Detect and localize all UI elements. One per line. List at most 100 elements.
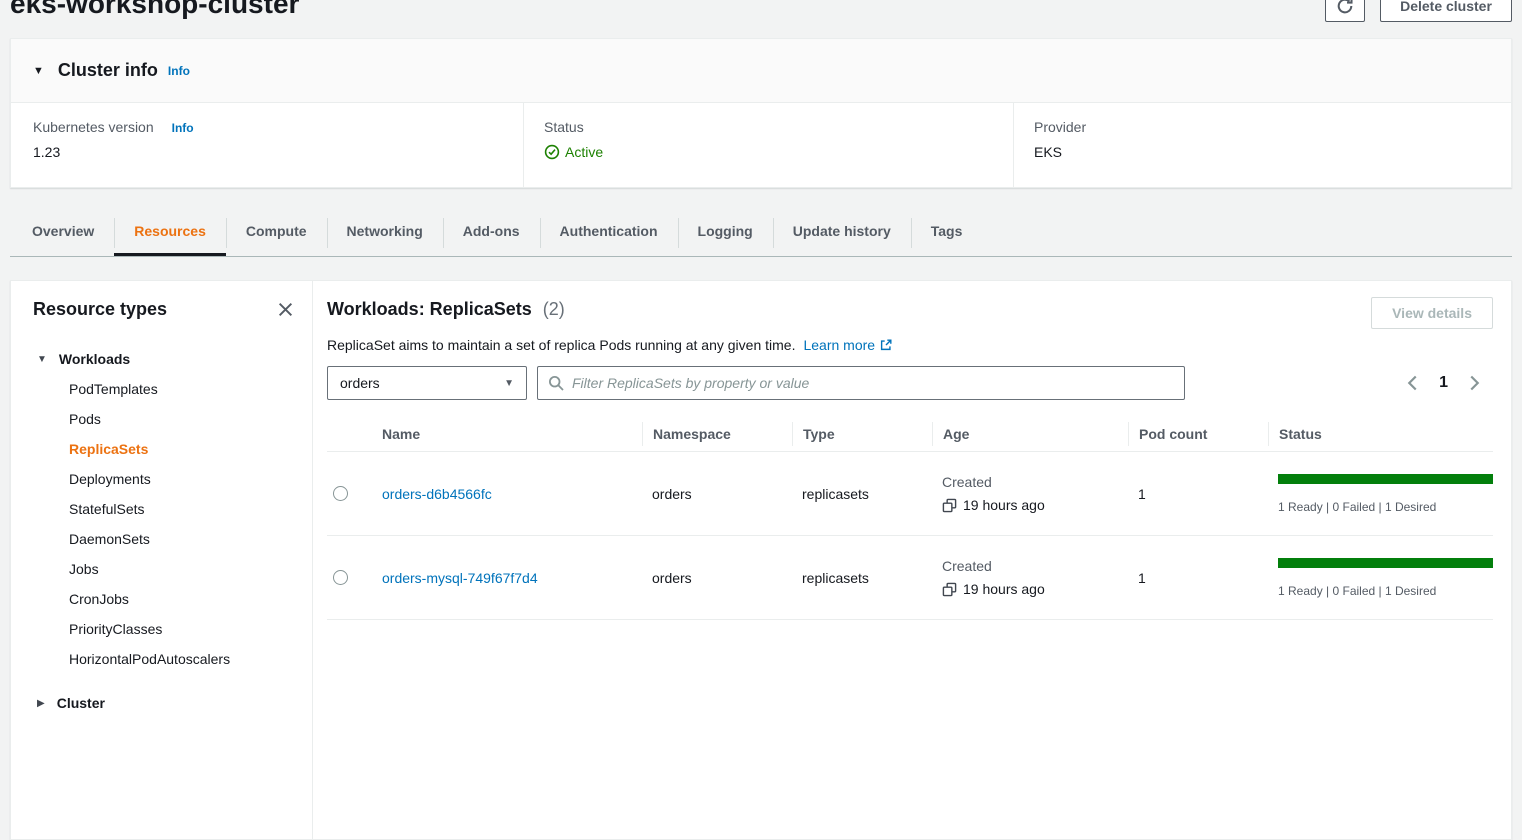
cluster-info-info-link[interactable]: Info (168, 64, 190, 78)
replicaset-name-link[interactable]: orders-mysql-749f67f7d4 (382, 570, 538, 586)
page-number[interactable]: 1 (1439, 374, 1448, 392)
sidebar-item-priorityclasses[interactable]: PriorityClasses (69, 614, 312, 644)
tab-networking[interactable]: Networking (327, 210, 443, 256)
row-radio-button[interactable] (333, 486, 348, 501)
row-namespace: orders (642, 570, 792, 586)
sidebar-item-deployments[interactable]: Deployments (69, 464, 312, 494)
sidebar-item-cronjobs[interactable]: CronJobs (69, 584, 312, 614)
expand-triangle-icon[interactable]: ▼ (33, 65, 44, 77)
tree-group-cluster[interactable]: ▶ Cluster (33, 688, 312, 718)
row-type: replicasets (792, 570, 932, 586)
tab-add-ons[interactable]: Add-ons (443, 210, 540, 256)
tab-tags[interactable]: Tags (911, 210, 983, 256)
close-icon[interactable] (277, 301, 294, 318)
search-input[interactable] (572, 375, 1174, 391)
resource-types-title: Resource types (33, 299, 167, 320)
row-type: replicasets (792, 486, 932, 502)
tab-update-history[interactable]: Update history (773, 210, 911, 256)
status-field: Status Active (523, 103, 1013, 187)
table-description: ReplicaSet aims to maintain a set of rep… (327, 337, 795, 353)
table-heading-text: Workloads: ReplicaSets (327, 299, 532, 319)
replicasets-table: Name Namespace Type Age Pod count Status… (327, 416, 1493, 620)
replicasets-main: Workloads: ReplicaSets (2) View details … (313, 281, 1511, 839)
kubernetes-version-value: 1.23 (33, 144, 523, 160)
sidebar-item-daemonsets[interactable]: DaemonSets (69, 524, 312, 554)
age-value: 19 hours ago (963, 581, 1045, 597)
replicaset-name-link[interactable]: orders-d6b4566fc (382, 486, 492, 502)
cluster-info-header[interactable]: ▼ Cluster info Info (11, 39, 1511, 103)
tree-group-label: Cluster (57, 695, 105, 711)
status-value: Active (544, 144, 1013, 160)
tree-group-label: Workloads (59, 351, 130, 367)
status-bar (1278, 558, 1493, 568)
status-counts: 1 Ready | 0 Failed | 1 Desired (1278, 500, 1493, 514)
row-pod-count: 1 (1128, 486, 1268, 502)
next-page-icon[interactable] (1468, 374, 1481, 392)
sidebar-item-podtemplates[interactable]: PodTemplates (69, 374, 312, 404)
row-age: Created 19 hours ago (932, 474, 1128, 513)
column-header-age: Age (932, 422, 1128, 446)
search-icon (548, 375, 564, 391)
row-status: 1 Ready | 0 Failed | 1 Desired (1268, 474, 1493, 514)
provider-label: Provider (1034, 119, 1086, 135)
refresh-icon (1336, 0, 1354, 15)
tab-logging[interactable]: Logging (678, 210, 773, 256)
sidebar-item-pods[interactable]: Pods (69, 404, 312, 434)
row-radio-button[interactable] (333, 570, 348, 585)
column-header-pod-count: Pod count (1128, 422, 1268, 446)
column-header-type: Type (792, 422, 932, 446)
column-header-status: Status (1268, 422, 1493, 446)
namespace-filter-dropdown[interactable]: orders ▼ (327, 366, 527, 400)
tab-overview[interactable]: Overview (12, 210, 114, 256)
kubernetes-version-label: Kubernetes version (33, 119, 154, 135)
resource-tree: ▼ Workloads PodTemplates Pods ReplicaSet… (33, 344, 312, 718)
delete-cluster-button[interactable]: Delete cluster (1380, 0, 1512, 22)
provider-field: Provider EKS (1013, 103, 1511, 187)
learn-more-link[interactable]: Learn more (803, 337, 893, 353)
filter-search-field[interactable] (537, 366, 1185, 400)
row-pod-count: 1 (1128, 570, 1268, 586)
pagination: 1 (1406, 374, 1493, 392)
status-bar (1278, 474, 1493, 484)
tab-compute[interactable]: Compute (226, 210, 327, 256)
age-created-label: Created (942, 474, 1128, 490)
status-text: Active (565, 144, 603, 160)
status-counts: 1 Ready | 0 Failed | 1 Desired (1278, 584, 1493, 598)
row-age: Created 19 hours ago (932, 558, 1128, 597)
tree-group-workloads[interactable]: ▼ Workloads (33, 344, 312, 374)
column-header-name: Name (372, 426, 642, 442)
resource-types-sidebar: Resource types ▼ Workloads PodTemplates … (11, 281, 313, 839)
refresh-button[interactable] (1325, 0, 1365, 22)
sidebar-item-jobs[interactable]: Jobs (69, 554, 312, 584)
copy-icon[interactable] (942, 498, 957, 513)
check-circle-icon (544, 144, 560, 160)
row-namespace: orders (642, 486, 792, 502)
sidebar-item-replicasets[interactable]: ReplicaSets (69, 434, 312, 464)
age-created-label: Created (942, 558, 1128, 574)
cluster-tabs: Overview Resources Compute Networking Ad… (10, 210, 1512, 257)
tab-resources[interactable]: Resources (114, 210, 226, 256)
table-row: orders-d6b4566fc orders replicasets Crea… (327, 452, 1493, 536)
sidebar-item-horizontalpodautoscalers[interactable]: HorizontalPodAutoscalers (69, 644, 312, 674)
dropdown-value: orders (340, 375, 380, 391)
learn-more-label: Learn more (803, 337, 875, 353)
row-status: 1 Ready | 0 Failed | 1 Desired (1268, 558, 1493, 598)
resources-panel: Resource types ▼ Workloads PodTemplates … (10, 280, 1512, 840)
kubernetes-version-info-link[interactable]: Info (172, 121, 194, 135)
kubernetes-version-field: Kubernetes version Info 1.23 (11, 103, 523, 187)
collapsed-triangle-icon: ▶ (37, 698, 45, 709)
expanded-triangle-icon: ▼ (37, 354, 47, 365)
previous-page-icon[interactable] (1406, 374, 1419, 392)
view-details-button[interactable]: View details (1371, 297, 1493, 329)
provider-value: EKS (1034, 144, 1511, 160)
copy-icon[interactable] (942, 582, 957, 597)
age-value: 19 hours ago (963, 497, 1045, 513)
cluster-info-card: ▼ Cluster info Info Kubernetes version I… (10, 38, 1512, 188)
sidebar-item-statefulsets[interactable]: StatefulSets (69, 494, 312, 524)
external-link-icon (879, 338, 893, 352)
table-heading: Workloads: ReplicaSets (2) (327, 297, 565, 321)
page-title: eks-workshop-cluster (10, 0, 299, 20)
tab-authentication[interactable]: Authentication (540, 210, 678, 256)
header-actions: Delete cluster (1325, 0, 1512, 22)
table-row: orders-mysql-749f67f7d4 orders replicase… (327, 536, 1493, 620)
